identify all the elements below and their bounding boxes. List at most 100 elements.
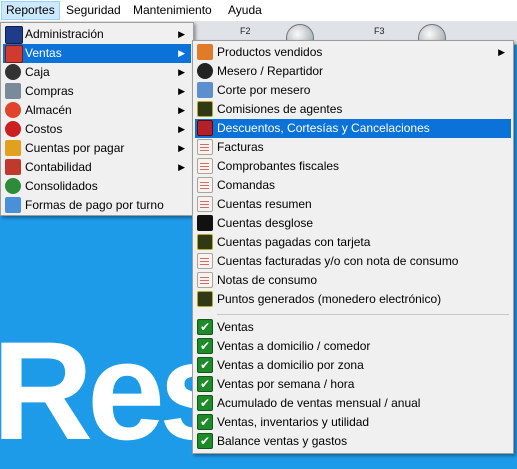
menu-item-label: Comandas — [217, 178, 276, 192]
menu-item-cuentas-tarjeta[interactable]: Cuentas pagadas con tarjeta — [195, 233, 511, 252]
menu-item-label: Cuentas por pagar — [25, 141, 125, 155]
submenu-arrow-icon: ▶ — [178, 105, 185, 115]
menu-item-label: Cuentas resumen — [217, 197, 312, 211]
menu-item-comisiones[interactable]: Comisiones de agentes — [195, 100, 511, 119]
menu-item-ventas-domicilio-zona[interactable]: Ventas a domicilio por zona — [195, 356, 511, 375]
fiscal-receipt-icon — [197, 158, 213, 174]
breakdown-accounts-icon — [197, 215, 213, 231]
menu-item-label: Comisiones de agentes — [217, 102, 343, 116]
menu-item-cuentas-desglose[interactable]: Cuentas desglose — [195, 214, 511, 233]
check-report-icon — [197, 337, 213, 356]
globe-icon — [5, 178, 21, 194]
menu-item-consolidados[interactable]: Consolidados — [3, 177, 191, 196]
menu-item-label: Corte por mesero — [217, 83, 311, 97]
menu-item-balance-ventas-gastos[interactable]: Balance ventas y gastos — [195, 432, 511, 451]
menu-bar: Reportes Seguridad Mantenimiento Ayuda — [0, 0, 517, 22]
check-report-icon — [197, 375, 213, 394]
menu-mantenimiento[interactable]: Mantenimiento — [129, 2, 216, 19]
fkey-label-f2: F2 — [240, 26, 251, 36]
summary-accounts-icon — [197, 196, 213, 212]
menu-item-label: Cuentas desglose — [217, 216, 314, 230]
points-icon — [197, 291, 213, 307]
menu-item-label: Facturas — [217, 140, 264, 154]
menu-reportes[interactable]: Reportes — [1, 1, 60, 20]
menu-item-label: Caja — [25, 65, 50, 79]
invoice-icon — [197, 139, 213, 155]
sales-icon — [5, 45, 23, 63]
submenu-arrow-icon: ▶ — [498, 47, 505, 57]
invoiced-accounts-icon — [197, 253, 213, 269]
menu-item-administracion[interactable]: Administración ▶ — [3, 25, 191, 44]
menu-seguridad[interactable]: Seguridad — [62, 2, 125, 19]
menu-item-mesero-repartidor[interactable]: Mesero / Repartidor — [195, 62, 511, 81]
payables-icon — [5, 140, 21, 156]
consumption-note-icon — [197, 272, 213, 288]
menu-item-label: Productos vendidos — [217, 45, 323, 59]
menu-item-costos[interactable]: Costos ▶ — [3, 120, 191, 139]
check-report-icon — [197, 356, 213, 375]
menu-item-corte-por-mesero[interactable]: Corte por mesero — [195, 81, 511, 100]
menu-item-comprobantes-fiscales[interactable]: Comprobantes fiscales — [195, 157, 511, 176]
menu-item-label: Formas de pago por turno — [25, 198, 164, 212]
menu-item-label: Almacén — [25, 103, 72, 117]
menu-item-contabilidad[interactable]: Contabilidad ▶ — [3, 158, 191, 177]
menu-item-label: Compras — [25, 84, 74, 98]
waiter-icon — [197, 63, 213, 79]
menu-item-label: Notas de consumo — [217, 273, 318, 287]
menu-item-descuentos[interactable]: Descuentos, Cortesías y Cancelaciones — [195, 119, 511, 138]
submenu-arrow-icon: ▶ — [178, 86, 185, 96]
menu-item-almacen[interactable]: Almacén ▶ — [3, 101, 191, 120]
check-report-icon — [197, 394, 213, 413]
menu-item-productos-vendidos[interactable]: Productos vendidos ▶ — [195, 43, 511, 62]
menu-item-label: Cuentas pagadas con tarjeta — [217, 235, 371, 249]
menu-item-label: Acumulado de ventas mensual / anual — [217, 396, 421, 410]
menu-item-label: Balance ventas y gastos — [217, 434, 348, 448]
submenu-arrow-icon: ▶ — [178, 124, 185, 134]
menu-item-label: Contabilidad — [25, 160, 92, 174]
menu-item-label: Ventas por semana / hora — [217, 377, 355, 391]
menu-item-ventas[interactable]: Ventas ▶ — [3, 44, 191, 63]
menu-item-ventas-semana-hora[interactable]: Ventas por semana / hora — [195, 375, 511, 394]
check-report-icon — [197, 432, 213, 451]
card-paid-icon — [197, 234, 213, 250]
shopping-cart-icon — [5, 83, 21, 99]
menu-item-label: Ventas — [25, 46, 62, 60]
costs-icon — [5, 121, 21, 137]
fkey-label-f3: F3 — [374, 26, 385, 36]
menu-item-acumulado-ventas[interactable]: Acumulado de ventas mensual / anual — [195, 394, 511, 413]
menu-item-ventas-inventarios[interactable]: Ventas, inventarios y utilidad — [195, 413, 511, 432]
submenu-arrow-icon: ▶ — [178, 29, 185, 39]
commissions-icon — [197, 101, 213, 117]
menu-item-label: Descuentos, Cortesías y Cancelaciones — [217, 121, 430, 135]
reportes-dropdown: Administración ▶ Ventas ▶ Caja ▶ Compras… — [0, 22, 194, 216]
menu-item-comandas[interactable]: Comandas — [195, 176, 511, 195]
menu-item-formas-de-pago[interactable]: Formas de pago por turno — [3, 196, 191, 215]
submenu-arrow-icon: ▶ — [178, 48, 185, 58]
check-report-icon — [197, 318, 213, 337]
menu-item-label: Ventas a domicilio / comedor — [217, 339, 371, 353]
products-sold-icon — [197, 44, 213, 60]
menu-item-cuentas-por-pagar[interactable]: Cuentas por pagar ▶ — [3, 139, 191, 158]
ventas-submenu: Productos vendidos ▶ Mesero / Repartidor… — [192, 40, 514, 454]
order-ticket-icon — [197, 177, 213, 193]
menu-item-label: Puntos generados (monedero electrónico) — [217, 292, 442, 306]
waiter-cut-icon — [197, 82, 213, 98]
menu-item-label: Mesero / Repartidor — [217, 64, 324, 78]
cash-register-icon — [5, 64, 21, 80]
menu-item-caja[interactable]: Caja ▶ — [3, 63, 191, 82]
menu-item-compras[interactable]: Compras ▶ — [3, 82, 191, 101]
menu-item-notas-de-consumo[interactable]: Notas de consumo — [195, 271, 511, 290]
menu-item-label: Administración — [25, 27, 104, 41]
menu-item-cuentas-resumen[interactable]: Cuentas resumen — [195, 195, 511, 214]
menu-item-ventas-domicilio-comedor[interactable]: Ventas a domicilio / comedor — [195, 337, 511, 356]
menu-item-ventas-report[interactable]: Ventas — [195, 318, 511, 337]
menu-item-puntos-generados[interactable]: Puntos generados (monedero electrónico) — [195, 290, 511, 309]
accounting-icon — [5, 159, 21, 175]
submenu-arrow-icon: ▶ — [178, 162, 185, 172]
menu-item-facturas[interactable]: Facturas — [195, 138, 511, 157]
menu-item-label: Comprobantes fiscales — [217, 159, 340, 173]
menu-item-cuentas-facturadas[interactable]: Cuentas facturadas y/o con nota de consu… — [195, 252, 511, 271]
menu-ayuda[interactable]: Ayuda — [224, 2, 266, 19]
discounts-icon — [197, 120, 213, 136]
menu-separator — [217, 314, 509, 315]
